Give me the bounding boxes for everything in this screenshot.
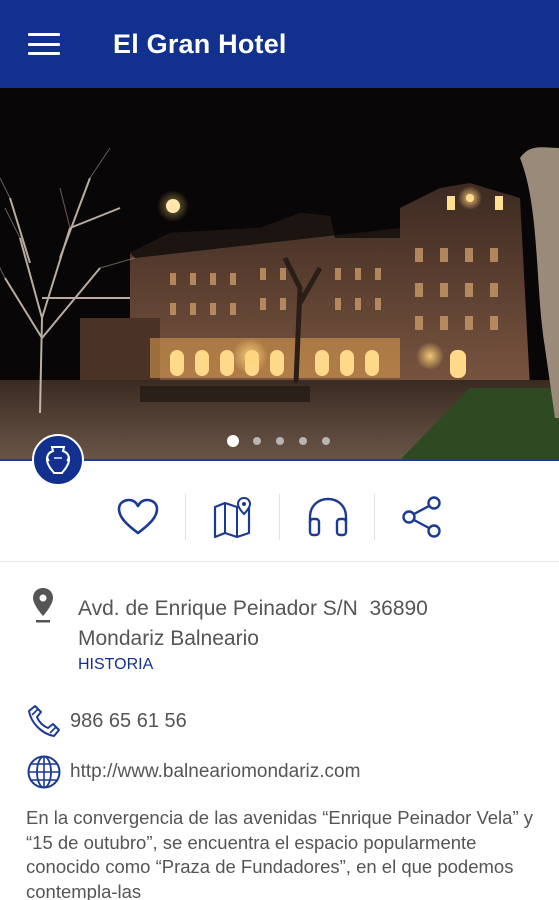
- phone-number[interactable]: 986 65 61 56: [70, 710, 187, 733]
- menu-line: [28, 42, 60, 46]
- address: Avd. de Enrique Peinador S/N 36890 Monda…: [78, 594, 548, 654]
- divider: [185, 494, 186, 540]
- map-button[interactable]: [207, 486, 257, 548]
- headphones-icon: [308, 497, 348, 537]
- audio-guide-button[interactable]: [303, 486, 353, 548]
- map-pin-icon: [213, 496, 252, 539]
- favorite-button[interactable]: [113, 486, 163, 548]
- category-link[interactable]: HISTORIA: [78, 656, 153, 674]
- divider: [279, 494, 280, 540]
- globe-icon: [27, 755, 61, 789]
- description-text: En la convergencia de las avenidas “Enri…: [26, 807, 534, 900]
- page-title: El Gran Hotel: [113, 29, 287, 59]
- hotel-photo: [0, 88, 559, 460]
- location-pin-icon: [33, 588, 53, 623]
- hamburger-menu-icon[interactable]: [28, 33, 60, 55]
- menu-line: [28, 33, 60, 36]
- action-bar: [0, 486, 559, 548]
- hero-image-carousel[interactable]: [0, 88, 559, 460]
- address-line-2: Mondariz Balneario: [78, 627, 259, 650]
- menu-line: [28, 52, 60, 55]
- heart-icon: [117, 498, 159, 535]
- website-link[interactable]: http://www.balneariomondariz.com: [70, 761, 360, 783]
- share-icon: [402, 496, 441, 538]
- vase-icon: [45, 446, 71, 474]
- section-divider: [0, 561, 559, 562]
- address-line-1: Avd. de Enrique Peinador S/N 36890: [78, 597, 428, 620]
- divider: [374, 494, 375, 540]
- category-badge: [32, 434, 84, 486]
- share-button[interactable]: [397, 486, 447, 548]
- phone-icon: [28, 705, 60, 737]
- app-bar: El Gran Hotel: [0, 0, 559, 88]
